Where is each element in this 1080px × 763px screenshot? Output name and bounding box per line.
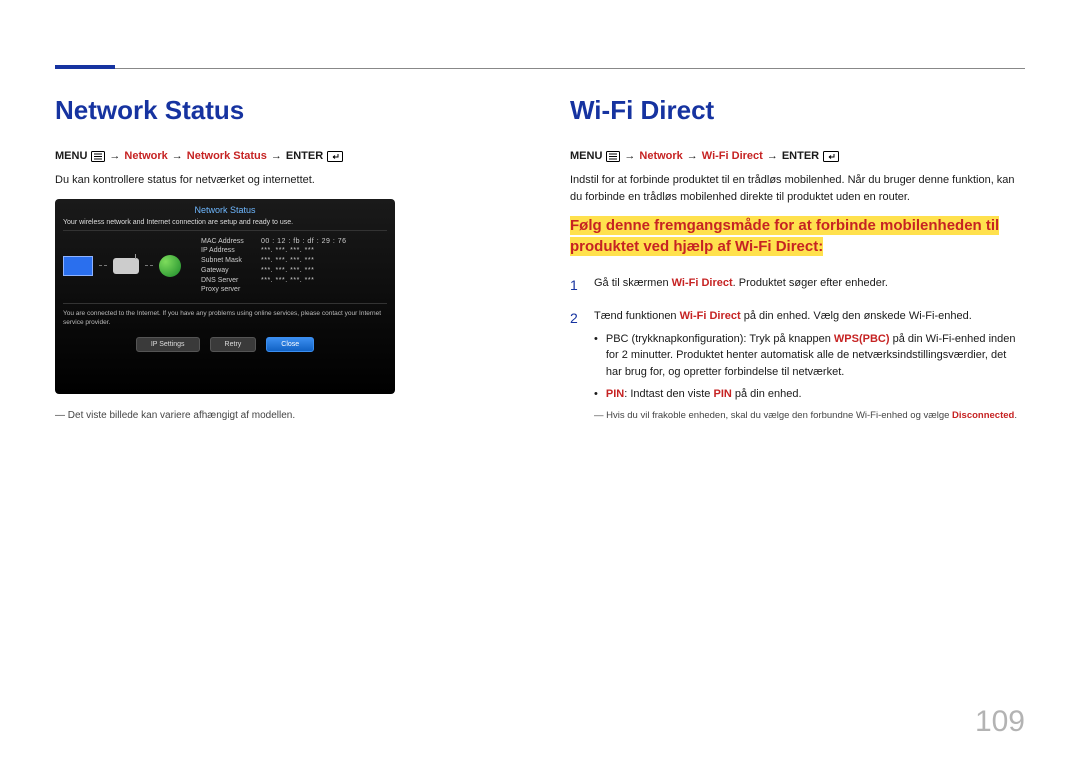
table-row: DNS Server***. ***. ***. ***	[201, 276, 347, 286]
page-number: 109	[975, 705, 1025, 739]
top-accent-bar	[55, 65, 115, 69]
step-number: 1	[570, 275, 582, 296]
nav-network: Network	[124, 150, 167, 162]
dash-icon	[99, 265, 107, 266]
ip-table: MAC Address00 : 12 : fb : df : 29 : 76 I…	[201, 237, 347, 296]
left-caption: Det viste billede kan variere afhængigt …	[55, 410, 510, 421]
nav-wifi-direct: Wi-Fi Direct	[702, 150, 763, 162]
enter-icon	[823, 151, 839, 162]
step-2: 2 Tænd funktionen Wi-Fi Direct på din en…	[570, 308, 1025, 423]
nav-network-status: Network Status	[187, 150, 267, 162]
ip-settings-button[interactable]: IP Settings	[136, 337, 200, 352]
arrow-icon: →	[172, 150, 183, 162]
right-footnote: Hvis du vil frakoble enheden, skal du væ…	[594, 409, 1025, 423]
arrow-icon: →	[767, 150, 778, 162]
menu-icon	[91, 151, 105, 162]
right-body: Indstil for at forbinde produktet til en…	[570, 172, 1025, 205]
table-row: IP Address***. ***. ***. ***	[201, 246, 347, 256]
top-rule	[55, 68, 1025, 69]
device-icon	[63, 256, 93, 276]
table-row: Gateway***. ***. ***. ***	[201, 266, 347, 276]
table-row: Subnet Mask***. ***. ***. ***	[201, 256, 347, 266]
nav-menu-label: MENU	[55, 150, 87, 162]
bold-pin: PIN	[606, 388, 624, 400]
ui-subtitle: Your wireless network and Internet conne…	[63, 219, 387, 231]
bullet-dot-icon	[594, 386, 598, 403]
right-column: Wi-Fi Direct MENU → Network → Wi-Fi Dire…	[570, 60, 1025, 435]
ui-middle-row: MAC Address00 : 12 : fb : df : 29 : 76 I…	[63, 237, 387, 296]
nav-path-left: MENU → Network → Network Status → ENTER	[55, 150, 510, 162]
bold-wifidirect: Wi-Fi Direct	[680, 310, 741, 322]
arrow-icon: →	[271, 150, 282, 162]
bold-disconnected: Disconnected	[952, 410, 1014, 421]
ui-title: Network Status	[63, 205, 387, 219]
router-icon	[113, 258, 139, 274]
bold-wifidirect: Wi-Fi Direct	[672, 277, 733, 289]
step-number: 2	[570, 308, 582, 423]
retry-button[interactable]: Retry	[210, 337, 257, 352]
arrow-icon: →	[624, 150, 635, 162]
step-1: 1 Gå til skærmen Wi-Fi Direct. Produktet…	[570, 275, 1025, 296]
nav-enter-label: ENTER	[782, 150, 819, 162]
left-body: Du kan kontrollere status for netværket …	[55, 172, 510, 189]
heading-network-status: Network Status	[55, 95, 510, 126]
bullet-dot-icon	[594, 331, 598, 381]
ui-footnote: You are connected to the Internet. If yo…	[63, 303, 387, 327]
arrow-icon: →	[687, 150, 698, 162]
highlight-heading: Følg denne fremgangsmåde for at forbinde…	[570, 216, 999, 256]
enter-icon	[327, 151, 343, 162]
highlight-heading-wrap: Følg denne fremgangsmåde for at forbinde…	[570, 215, 1025, 257]
bold-wpspbc: WPS(PBC)	[834, 333, 890, 345]
step-content: Tænd funktionen Wi-Fi Direct på din enhe…	[594, 308, 1025, 423]
nav-enter-label: ENTER	[286, 150, 323, 162]
left-column: Network Status MENU → Network → Network …	[55, 60, 510, 435]
nav-menu-label: MENU	[570, 150, 602, 162]
step-content: Gå til skærmen Wi-Fi Direct. Produktet s…	[594, 275, 1025, 296]
ui-button-row: IP Settings Retry Close	[63, 337, 387, 352]
menu-icon	[606, 151, 620, 162]
nav-path-right: MENU → Network → Wi-Fi Direct → ENTER	[570, 150, 1025, 162]
bold-pin: PIN	[713, 388, 731, 400]
page-content: Network Status MENU → Network → Network …	[0, 0, 1080, 465]
globe-icon	[159, 255, 181, 277]
dash-icon	[145, 265, 153, 266]
heading-wifi-direct: Wi-Fi Direct	[570, 95, 1025, 126]
bullet-pin: PIN: Indtast den viste PIN på din enhed.	[594, 386, 1025, 403]
arrow-icon: →	[109, 150, 120, 162]
network-status-screenshot: Network Status Your wireless network and…	[55, 199, 395, 394]
table-row: Proxy server	[201, 285, 347, 295]
connection-diagram	[63, 255, 193, 277]
table-row: MAC Address00 : 12 : fb : df : 29 : 76	[201, 237, 347, 247]
bullet-pbc: PBC (trykknapkonfiguration): Tryk på kna…	[594, 331, 1025, 381]
nav-network: Network	[639, 150, 682, 162]
close-button[interactable]: Close	[266, 337, 314, 352]
